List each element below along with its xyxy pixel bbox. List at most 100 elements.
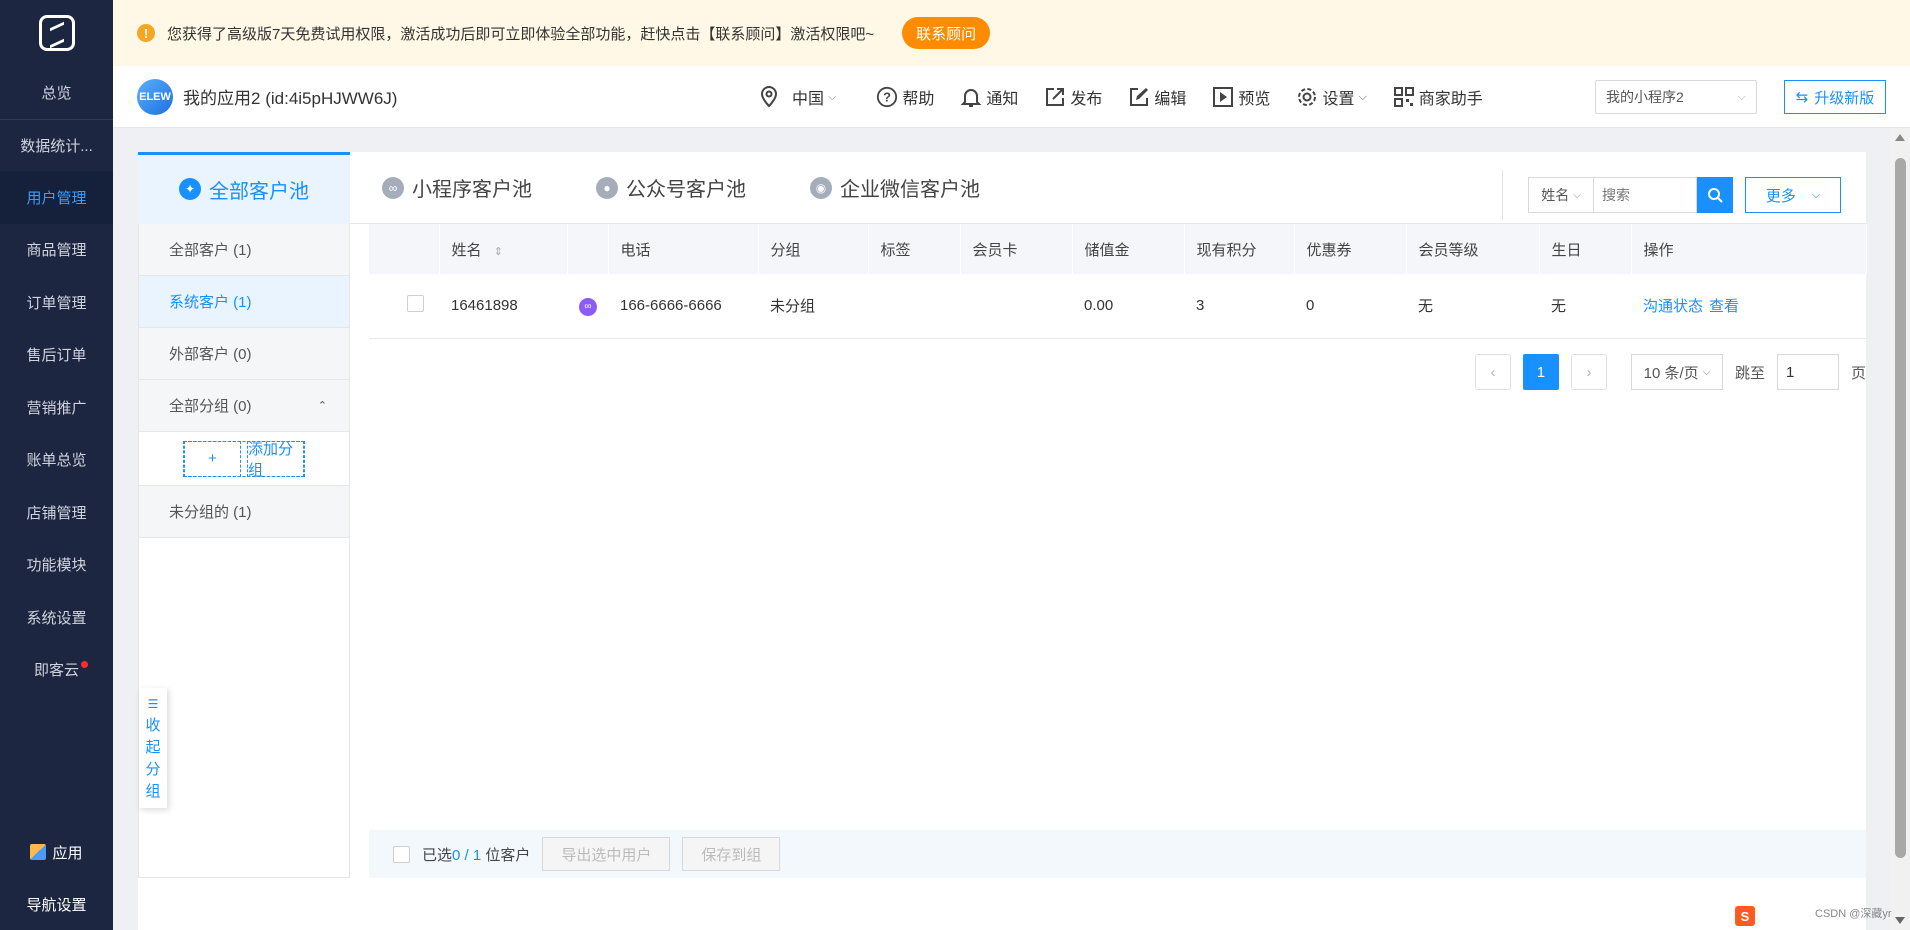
edit-button[interactable]: 编辑 <box>1128 85 1186 109</box>
sidebar-item-users[interactable]: 用户管理 <box>0 171 113 224</box>
sidebar-item-marketing[interactable]: 营销推广 <box>0 381 113 434</box>
search-input[interactable] <box>1594 177 1697 213</box>
add-group-button[interactable]: + 添加分组 <box>183 440 305 479</box>
group-list: 全部客户 (1) 系统客户 (1) 外部客户 (0) 全部分组 (0) ⌃ + 添加… <box>138 224 350 878</box>
apps-button[interactable]: 应用 <box>0 826 113 878</box>
preview-label: 预览 <box>1238 91 1271 108</box>
chevron-right-icon: › <box>1586 363 1592 381</box>
pagination: ‹ 1 › 10 条/页⌵ 跳至 页 <box>1474 354 1866 390</box>
sort-icon: ⇕ <box>493 245 503 258</box>
app-logo[interactable] <box>0 0 113 66</box>
sidebar-item-overview[interactable]: 总览 <box>0 66 113 119</box>
scroll-down-icon[interactable] <box>1895 917 1905 924</box>
page-size-select[interactable]: 10 条/页 ⌵ <box>1630 354 1723 390</box>
gear-icon <box>1296 86 1318 108</box>
header-name[interactable]: 姓名 ⇕ <box>439 224 568 274</box>
total-count: 1 <box>472 846 482 864</box>
notify-label: 通知 <box>986 91 1019 108</box>
sidebar-nav: 总览 数据统计... 用户管理 商品管理 订单管理 售后订单 营销推广 账单总览… <box>0 66 113 696</box>
sogou-icon: S <box>1735 906 1755 926</box>
sidebar-item-modules[interactable]: 功能模块 <box>0 539 113 592</box>
assistant-button[interactable]: 商家助手 <box>1393 85 1483 109</box>
view-link[interactable]: 查看 <box>1709 298 1739 315</box>
group-external-customers[interactable]: 外部客户 (0) <box>139 328 349 380</box>
settings-label: 设置 <box>1322 91 1355 108</box>
more-button[interactable]: 更多 ⌵ <box>1745 177 1841 213</box>
group-ungrouped[interactable]: 未分组的 (1) <box>139 486 349 538</box>
collapse-char-3: 分 <box>145 761 161 778</box>
vertical-scrollbar[interactable] <box>1890 128 1910 930</box>
cell-birthday: 无 <box>1539 274 1631 339</box>
row-checkbox[interactable] <box>407 295 424 313</box>
notification-dot <box>81 660 88 668</box>
header-spacer <box>567 224 609 274</box>
bell-icon <box>960 86 982 108</box>
tab-miniprogram-pool[interactable]: ∞ 小程序客户池 <box>350 152 564 224</box>
watermark: CSDN @深藏yr <box>1815 908 1892 920</box>
tab-official-account-pool[interactable]: ● 公众号客户池 <box>564 152 778 224</box>
app-id: (id:4i5pHJWW6J) <box>265 89 398 108</box>
sidebar-item-cloud-label: 即客云 <box>33 662 79 680</box>
chevron-down-icon: ⌵ <box>1573 189 1581 201</box>
sidebar-item-aftersale[interactable]: 售后订单 <box>0 329 113 382</box>
page-1-button[interactable]: 1 <box>1522 354 1559 390</box>
preview-button[interactable]: 预览 <box>1212 85 1270 109</box>
ime-toolbar: S <box>1735 906 1755 926</box>
tab-wecom-pool[interactable]: ◉ 企业微信客户池 <box>778 152 1012 224</box>
scroll-up-icon[interactable] <box>1895 134 1905 141</box>
app-select-value: 我的小程序2 <box>1606 89 1684 105</box>
sidebar-item-store[interactable]: 店铺管理 <box>0 486 113 539</box>
customer-table-wrap: 姓名 ⇕ 电话 分组 标签 会员卡 储值金 现有积分 优惠券 会员等级 生日 操… <box>369 224 1867 339</box>
tab-wecom-pool-label: 企业微信客户池 <box>840 179 980 201</box>
location-pin-icon <box>758 86 780 108</box>
help-label: 帮助 <box>902 91 935 108</box>
prev-page-button[interactable]: ‹ <box>1474 354 1511 390</box>
save-to-group-button[interactable]: 保存到组 <box>682 837 781 871</box>
contact-advisor-button[interactable]: 联系顾问 <box>902 17 991 49</box>
group-all-groups[interactable]: 全部分组 (0) ⌃ <box>139 380 349 432</box>
sidebar-item-orders[interactable]: 订单管理 <box>0 276 113 329</box>
cell-group: 未分组 <box>758 274 868 339</box>
swap-icon: ⇆ <box>1795 89 1809 106</box>
upgrade-button[interactable]: ⇆ 升级新版 <box>1784 80 1886 114</box>
settings-button[interactable]: 设置 ⌵ <box>1296 85 1367 109</box>
pool-tabs: ✦全部客户池 ∞小程序客户池 ●公众号客户池 ◉企业微信客户池 姓名⌵ 更多⌵ <box>138 151 1866 224</box>
customer-table: 姓名 ⇕ 电话 分组 标签 会员卡 储值金 现有积分 优惠券 会员等级 生日 操… <box>369 224 1867 339</box>
collapse-groups-button[interactable]: ☰ 收 起 分 组 <box>139 688 167 808</box>
sidebar-item-cloud[interactable]: 即客云 <box>0 644 113 697</box>
tab-official-account-pool-label: 公众号客户池 <box>626 179 746 201</box>
app-select[interactable]: 我的小程序2 ⌵ <box>1595 80 1757 114</box>
publish-icon <box>1044 86 1066 108</box>
publish-button[interactable]: 发布 <box>1044 85 1102 109</box>
group-system-customers[interactable]: 系统客户 (1) <box>139 276 349 328</box>
toolbar: 中国 ⌵ ? 帮助 通知 发布 编辑 预览 设置 ⌵ 商家助手 <box>758 66 1509 128</box>
header-member-card: 会员卡 <box>960 224 1073 274</box>
header-coupon: 优惠券 <box>1294 224 1407 274</box>
jump-page-input[interactable] <box>1776 354 1839 390</box>
region-selector[interactable]: 中国 ⌵ <box>758 85 836 109</box>
sidebar-item-bills[interactable]: 账单总览 <box>0 434 113 487</box>
search-field-select[interactable]: 姓名 ⌵ <box>1528 177 1594 213</box>
header-phone: 电话 <box>608 224 759 274</box>
search-button[interactable] <box>1697 177 1733 213</box>
next-page-button[interactable]: › <box>1570 354 1607 390</box>
sidebar-item-settings[interactable]: 系统设置 <box>0 591 113 644</box>
export-selected-button[interactable]: 导出选中用户 <box>542 837 671 871</box>
tab-all-pool[interactable]: ✦ 全部客户池 <box>138 151 350 224</box>
divider <box>1502 170 1503 220</box>
sidebar-item-statistics[interactable]: 数据统计... <box>0 118 113 172</box>
question-icon: ? <box>876 86 898 108</box>
page-unit-label: 页 <box>1850 364 1866 382</box>
notify-button[interactable]: 通知 <box>960 85 1018 109</box>
play-icon <box>1212 86 1234 108</box>
select-all-checkbox[interactable] <box>393 845 410 863</box>
cell-balance: 0.00 <box>1072 274 1184 339</box>
communication-status-link[interactable]: 沟通状态 <box>1643 298 1703 315</box>
scrollbar-thumb[interactable] <box>1895 158 1906 858</box>
help-button[interactable]: ? 帮助 <box>876 85 934 109</box>
sidebar-item-products[interactable]: 商品管理 <box>0 224 113 277</box>
group-all-customers[interactable]: 全部客户 (1) <box>139 224 349 276</box>
plus-icon: + <box>184 440 241 477</box>
logo-icon <box>38 15 75 51</box>
nav-settings-button[interactable]: 导航设置 <box>0 878 113 930</box>
